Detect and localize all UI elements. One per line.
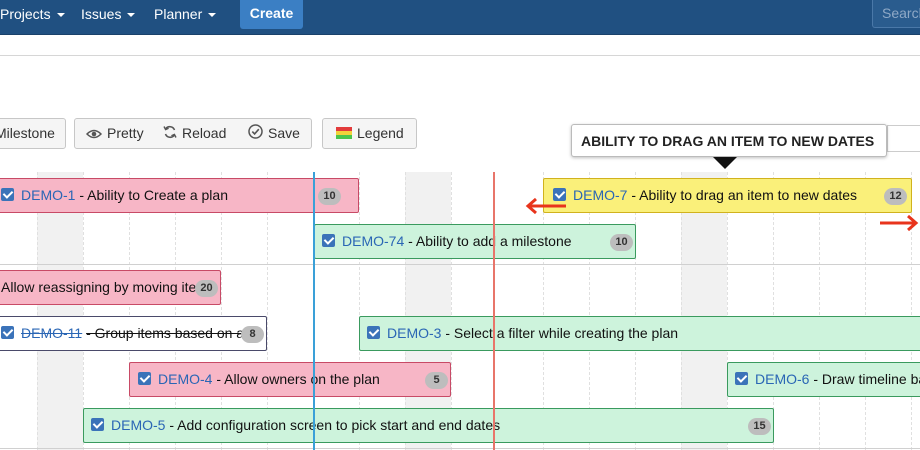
issue-key-link[interactable]: DEMO-6 [755,371,809,387]
day-gridline [37,172,38,450]
issue-title: - Select a filter while creating the pla… [445,325,679,341]
issue-title: - Ability to add a milestone [408,233,572,249]
checkbox-icon [367,326,380,339]
estimate-badge: 8 [241,326,264,343]
checkbox-icon [1,188,14,201]
save-label: Save [268,125,300,141]
weekend-shade [37,172,83,450]
nav-issues-label: Issues [81,6,122,22]
drag-right-arrow-icon[interactable] [878,213,920,233]
issue-key-link[interactable]: DEMO-7 [573,187,627,203]
checkbox-icon [322,234,335,247]
checkbox-icon [735,372,748,385]
day-gridline [865,172,866,450]
estimate-badge: 10 [318,188,341,205]
reload-icon [163,120,177,149]
day-gridline [819,172,820,450]
chevron-down-icon [127,13,136,18]
legend-swatch-icon [336,127,352,139]
legend-label: Legend [357,125,404,141]
nav-planner-menu[interactable]: Planner [154,0,217,28]
item-tooltip: ABILITY TO DRAG AN ITEM TO NEW DATES [571,124,887,157]
milestone-label: Milestone [0,125,55,141]
check-circle-icon [248,120,263,149]
nav-issues-menu[interactable]: Issues [81,0,136,28]
chevron-down-icon [208,13,217,18]
chevron-down-icon [56,13,65,18]
plan-item-bar[interactable]: DEMO-4 - Allow owners on the plan 5 [129,362,451,397]
swimlane-divider [0,448,920,449]
issue-key-link[interactable]: DEMO-11 [21,325,82,341]
estimate-badge: 5 [425,372,448,389]
top-nav: Projects Issues Planner Create Search [0,0,920,35]
milestone-button[interactable]: Milestone [0,118,66,149]
drag-left-arrow-icon[interactable] [524,196,568,216]
issue-key-link[interactable]: DEMO-3 [387,325,441,341]
plan-item-bar[interactable]: DEMO-11 - Group items based on a 8 [0,316,267,351]
issue-title: - Ability to drag an item to new dates [631,187,858,203]
plan-item-bar[interactable]: DEMO-74 - Ability to add a milestone 10 [314,224,636,259]
plan-item-bar[interactable]: DEMO-1 - Ability to Create a plan 10 [0,178,359,213]
estimate-badge: 15 [748,418,771,435]
issue-title: - Draw timeline ba [813,371,920,387]
issue-key-link[interactable]: DEMO-4 [158,371,212,387]
save-button[interactable]: Save [237,118,312,149]
issue-title: - Ability to Create a plan [79,187,228,203]
tooltip-pointer [713,157,737,169]
issue-title: - Group items based on a [86,325,245,341]
pretty-label: Pretty [107,125,144,141]
issue-title: Allow reassigning by moving ite [1,279,197,295]
estimate-badge: 12 [884,188,907,205]
checkbox-icon [1,326,14,339]
legend-button[interactable]: Legend [322,118,417,149]
today-marker-line [313,172,315,450]
plan-item-bar[interactable]: Allow reassigning by moving ite 20 [0,270,221,305]
eye-icon [85,120,103,149]
reload-button[interactable]: Reload [151,118,238,149]
search-input[interactable]: Search [872,0,920,28]
issue-key-link[interactable]: DEMO-5 [111,417,165,433]
pretty-button[interactable]: Pretty [74,118,152,149]
checkbox-icon [138,372,151,385]
header-divider [0,55,920,56]
plan-item-bar[interactable]: DEMO-5 - Add configuration screen to pic… [83,408,774,443]
nav-projects-label: Projects [0,6,51,22]
issue-title: - Add configuration screen to pick start… [169,417,501,433]
swimlane-divider [0,264,920,265]
nav-projects-menu[interactable]: Projects [0,0,65,28]
plan-item-bar[interactable]: DEMO-7 - Ability to drag an item to new … [543,178,912,213]
issue-title: - Allow owners on the plan [216,371,380,387]
reload-label: Reload [182,125,227,141]
nav-planner-label: Planner [154,6,203,22]
create-button[interactable]: Create [240,0,303,29]
filter-input[interactable] [887,125,920,152]
plan-item-bar[interactable]: DEMO-3 - Select a filter while creating … [359,316,920,351]
estimate-badge: 20 [195,280,218,297]
checkbox-icon [91,418,104,431]
plan-item-bar[interactable]: DEMO-6 - Draw timeline ba [727,362,920,397]
issue-key-link[interactable]: DEMO-1 [21,187,75,203]
deadline-marker-line [493,172,495,450]
issue-key-link[interactable]: DEMO-74 [342,233,404,249]
estimate-badge: 10 [610,234,633,251]
